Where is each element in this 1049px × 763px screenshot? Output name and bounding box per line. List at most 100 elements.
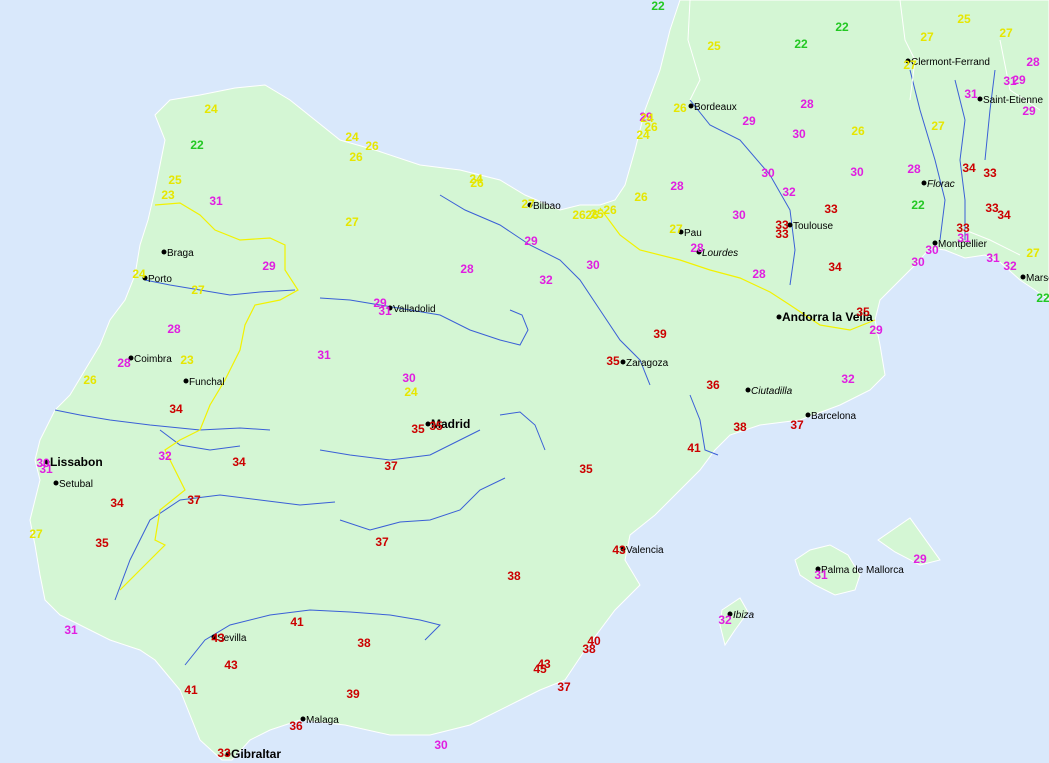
- temperature-value: 34: [962, 161, 976, 175]
- temperature-map: Clermont-FerrandSaint-EtienneBordeauxFlo…: [0, 0, 1049, 763]
- temperature-value: 33: [985, 201, 999, 215]
- temperature-value: 30: [434, 738, 448, 752]
- temperature-value: 41: [687, 441, 701, 455]
- temperature-value: 35: [579, 462, 593, 476]
- temperature-value: 24: [404, 385, 418, 399]
- temperature-value: 28: [167, 322, 181, 336]
- city-name: Valencia: [626, 545, 664, 556]
- city-marker: Gibraltar: [225, 747, 281, 761]
- city-name: Lourdes: [702, 248, 738, 259]
- temperature-value: 24: [345, 130, 359, 144]
- temperature-value: 33: [824, 202, 838, 216]
- city-name: Ibiza: [733, 610, 755, 621]
- city-name: Coimbra: [134, 354, 172, 365]
- city-name: Zaragoza: [626, 358, 669, 369]
- temperature-value: 36: [706, 378, 720, 392]
- temperature-value: 38: [582, 642, 596, 656]
- temperature-value: 43: [612, 543, 626, 557]
- temperature-value: 31: [209, 194, 223, 208]
- city-marker: Bordeaux: [688, 102, 737, 113]
- temperature-value: 27: [345, 215, 359, 229]
- temperature-value: 37: [187, 493, 201, 507]
- city-dot: [776, 314, 782, 320]
- temperature-value: 31: [964, 87, 978, 101]
- city-name: Barcelona: [811, 411, 856, 422]
- temperature-value: 37: [790, 418, 804, 432]
- city-dot: [620, 359, 626, 365]
- temperature-value: 28: [907, 162, 921, 176]
- temperature-value: 29: [869, 323, 883, 337]
- temperature-value: 25: [168, 173, 182, 187]
- city-name: Ciutadilla: [751, 386, 793, 397]
- temperature-value: 28: [1026, 55, 1040, 69]
- temperature-value: 22: [835, 20, 849, 34]
- city-marker: Coimbra: [128, 354, 172, 365]
- temperature-value: 33: [217, 746, 231, 760]
- temperature-value: 29: [262, 259, 276, 273]
- city-name: Gibraltar: [231, 747, 281, 761]
- temperature-value: 22: [190, 138, 204, 152]
- temperature-value: 28: [670, 179, 684, 193]
- temperature-value: 32: [718, 613, 732, 627]
- city-name: Valladolid: [393, 304, 436, 315]
- city-marker: Malaga: [300, 715, 339, 726]
- temperature-value: 30: [586, 258, 600, 272]
- city-name: Pau: [684, 228, 702, 239]
- temperature-value: 27: [931, 119, 945, 133]
- temperature-value: 30: [925, 243, 939, 257]
- temperature-value: 35: [856, 305, 870, 319]
- temperature-value: 31: [957, 231, 971, 245]
- city-name: Setubal: [59, 479, 93, 490]
- temperature-value: 24: [204, 102, 218, 116]
- temperature-value: 26: [83, 373, 97, 387]
- temperature-value: 29: [913, 552, 927, 566]
- temperature-value: 25: [957, 12, 971, 26]
- temperature-value: 33: [983, 166, 997, 180]
- temperature-value: 34: [997, 208, 1011, 222]
- temperature-value: 34: [110, 496, 124, 510]
- city-name: Toulouse: [793, 221, 833, 232]
- temperature-value: 29: [524, 234, 538, 248]
- temperature-value: 36: [289, 719, 303, 733]
- temperature-value: 26: [673, 101, 687, 115]
- city-dot: [805, 412, 811, 418]
- city-name: Palma de Mallorca: [821, 565, 904, 576]
- temperature-value: 28: [690, 241, 704, 255]
- city-marker: Ciutadilla: [745, 386, 793, 397]
- temperature-value: 26: [851, 124, 865, 138]
- city-marker: Toulouse: [787, 221, 833, 232]
- city-name: Marseille: [1026, 273, 1049, 284]
- city-dot: [745, 387, 751, 393]
- temperature-value: 38: [733, 420, 747, 434]
- temperature-value: 27: [29, 527, 43, 541]
- temperature-value: 28: [117, 356, 131, 370]
- temperature-value: 35: [411, 422, 425, 436]
- temperature-value: 29: [1022, 104, 1036, 118]
- temperature-value: 30: [732, 208, 746, 222]
- temperature-value: 31: [64, 623, 78, 637]
- city-name: Bilbao: [533, 201, 561, 212]
- temperature-value: 39: [346, 687, 360, 701]
- temperature-value: 22: [911, 198, 925, 212]
- city-name: Bordeaux: [694, 102, 737, 113]
- city-dot: [688, 103, 694, 109]
- temperature-value: 31: [378, 304, 392, 318]
- temperature-value: 30: [761, 166, 775, 180]
- temperature-value: 38: [507, 569, 521, 583]
- temperature-value: 27: [1026, 246, 1040, 260]
- city-name: Funchal: [189, 377, 225, 388]
- temperature-value: 22: [794, 37, 808, 51]
- temperature-value: 25: [707, 39, 721, 53]
- temperature-value: 31: [986, 251, 1000, 265]
- city-marker: Funchal: [183, 377, 225, 388]
- temperature-value: 30: [911, 255, 925, 269]
- temperature-value: 22: [651, 0, 665, 13]
- temperature-value: 43: [211, 631, 225, 645]
- temperature-value: 28: [460, 262, 474, 276]
- temperature-value: 29: [742, 114, 756, 128]
- temperature-value: 26: [365, 139, 379, 153]
- temperature-value: 24: [132, 267, 146, 281]
- temperature-value: 39: [653, 327, 667, 341]
- temperature-value: 27: [920, 30, 934, 44]
- city-dot: [161, 249, 167, 255]
